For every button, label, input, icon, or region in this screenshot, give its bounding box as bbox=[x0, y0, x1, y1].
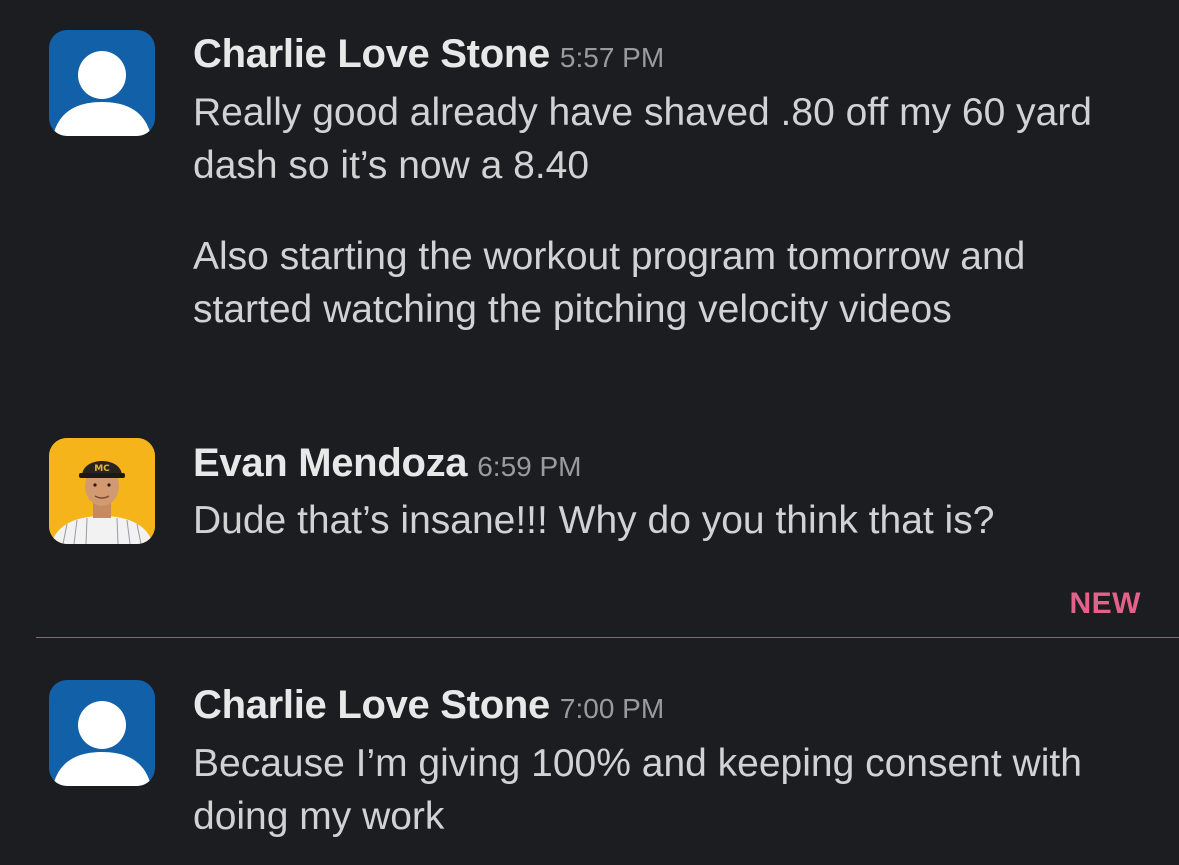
author-name[interactable]: Charlie Love Stone bbox=[193, 683, 550, 727]
profile-photo: MC bbox=[49, 438, 155, 544]
user-avatar[interactable]: MC bbox=[49, 438, 155, 544]
timestamp[interactable]: 5:57 PM bbox=[560, 42, 664, 73]
user-avatar[interactable] bbox=[49, 680, 155, 786]
svg-text:MC: MC bbox=[94, 464, 110, 474]
timestamp[interactable]: 6:59 PM bbox=[477, 451, 581, 482]
message-text: Also starting the workout program tomorr… bbox=[193, 235, 1026, 331]
author-name[interactable]: Charlie Love Stone bbox=[193, 32, 550, 76]
default-user-icon bbox=[53, 701, 151, 786]
author-name[interactable]: Evan Mendoza bbox=[193, 441, 468, 485]
new-messages-divider bbox=[36, 637, 1179, 638]
message-text: Really good already have shaved .80 off … bbox=[193, 91, 1092, 187]
message-text: Dude that’s insane!!! Why do you think t… bbox=[193, 499, 995, 542]
default-user-icon bbox=[53, 51, 151, 136]
user-avatar[interactable] bbox=[49, 30, 155, 136]
new-messages-label: NEW bbox=[1069, 587, 1141, 620]
timestamp[interactable]: 7:00 PM bbox=[560, 693, 664, 724]
message-text: Because I’m giving 100% and keeping cons… bbox=[193, 742, 1082, 838]
